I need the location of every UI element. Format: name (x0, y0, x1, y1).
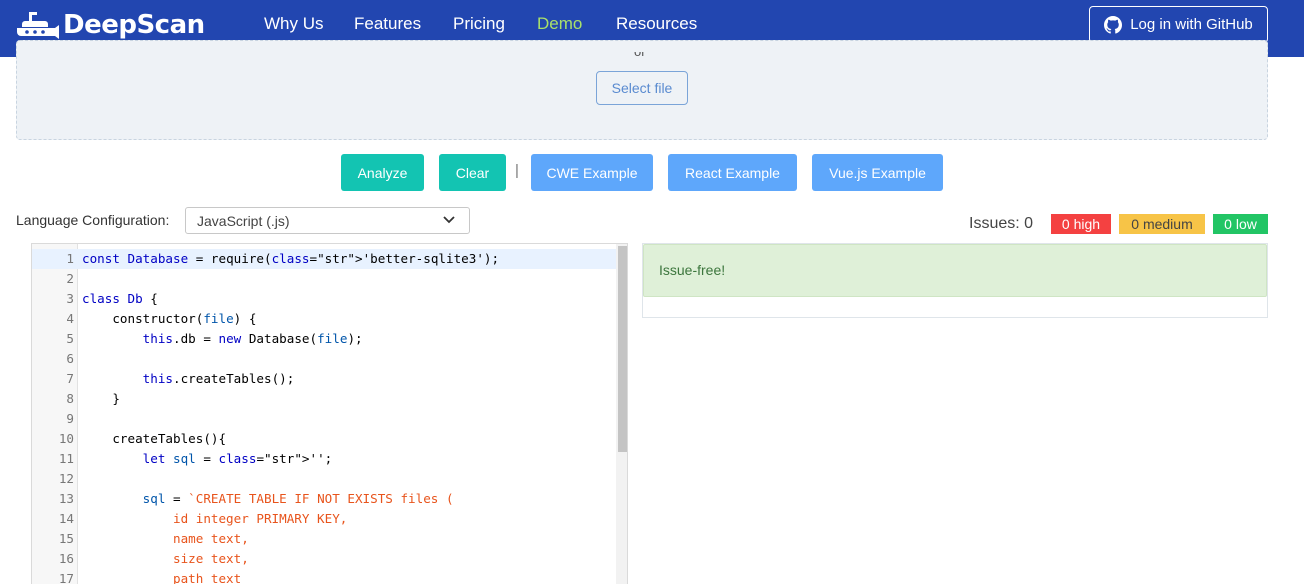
code-line[interactable]: 1 const Database = require(class="str">'b… (32, 249, 617, 269)
code-text: createTables(){ (82, 431, 227, 446)
code-line[interactable]: 6 (32, 349, 617, 369)
code-text: this.createTables(); (142, 371, 295, 386)
line-number: 6 (66, 351, 74, 366)
code-text: constructor(file) { (82, 311, 257, 326)
line-number: 2 (66, 271, 74, 286)
nav-demo[interactable]: Demo (537, 14, 582, 34)
nav-why-us[interactable]: Why Us (264, 14, 324, 34)
code-text: let sql = class="str">''; (142, 451, 333, 466)
low-issues-badge[interactable]: 0 low (1213, 214, 1268, 234)
or-text: or (634, 52, 650, 58)
github-login-label: Log in with GitHub (1130, 16, 1253, 33)
code-line[interactable]: 9 (32, 409, 617, 429)
react-example-button[interactable]: React Example (668, 154, 797, 191)
submarine-icon (17, 12, 59, 39)
vue-example-button[interactable]: Vue.js Example (812, 154, 943, 191)
nav-resources[interactable]: Resources (616, 14, 697, 34)
analyze-button[interactable]: Analyze (341, 154, 424, 191)
code-text: sql = `CREATE TABLE IF NOT EXISTS files … (142, 491, 454, 506)
line-number: 5 (66, 331, 74, 346)
line-number: 17 (58, 571, 74, 584)
nav-pricing[interactable]: Pricing (453, 14, 505, 34)
line-number: 4 (66, 311, 74, 326)
line-number: 13 (58, 491, 74, 506)
code-line[interactable]: 15 name text, (32, 529, 617, 549)
code-text: name text, (82, 531, 249, 546)
issue-free-alert (643, 244, 1267, 297)
code-line[interactable]: 11 let sql = class="str">''; (32, 449, 617, 469)
line-number: 16 (58, 551, 74, 566)
code-text: path text (82, 571, 242, 584)
clear-button[interactable]: Clear (439, 154, 506, 191)
code-line[interactable]: 2 (32, 269, 617, 289)
line-number: 7 (66, 371, 74, 386)
chevron-down-icon (443, 216, 455, 224)
line-number: 1 (66, 251, 74, 266)
language-config-label: Language Configuration: (16, 212, 170, 228)
code-line[interactable]: 5 this.db = new Database(file); (32, 329, 617, 349)
code-line[interactable]: 12 (32, 469, 617, 489)
line-number: 3 (66, 291, 74, 306)
code-line[interactable]: 7 this.createTables(); (32, 369, 617, 389)
code-editor[interactable]: 1 const Database = require(class="str">'b… (31, 243, 628, 584)
line-number: 10 (58, 431, 74, 446)
line-number: 8 (66, 391, 74, 406)
line-number: 9 (66, 411, 74, 426)
github-login-button[interactable]: Log in with GitHub (1089, 6, 1268, 43)
code-line[interactable]: 13 sql = `CREATE TABLE IF NOT EXISTS fil… (32, 489, 617, 509)
editor-scrollbar-thumb[interactable] (618, 246, 627, 452)
line-number: 14 (58, 511, 74, 526)
code-line[interactable]: 14 id integer PRIMARY KEY, (32, 509, 617, 529)
code-line[interactable]: 3 class Db { (32, 289, 617, 309)
medium-issues-badge[interactable]: 0 medium (1119, 214, 1205, 234)
high-issues-badge[interactable]: 0 high (1051, 214, 1111, 234)
brand-name: DeepScan (63, 10, 205, 40)
brand-logo[interactable]: DeepScan (15, 8, 205, 42)
button-separator: | (515, 162, 519, 179)
issues-count: Issues: 0 (969, 215, 1034, 232)
line-number: 12 (58, 471, 74, 486)
nav-features[interactable]: Features (354, 14, 421, 34)
cwe-example-button[interactable]: CWE Example (531, 154, 653, 191)
language-selected-value: JavaScript (.js) (197, 212, 290, 229)
line-number: 15 (58, 531, 74, 546)
code-text: class Db { (82, 291, 158, 306)
line-number: 11 (58, 451, 74, 466)
issue-free-message: Issue-free! (659, 262, 726, 278)
github-icon (1104, 15, 1123, 34)
code-line[interactable]: 8 } (32, 389, 617, 409)
code-line[interactable]: 10 createTables(){ (32, 429, 617, 449)
select-file-button[interactable]: Select file (596, 71, 688, 105)
code-line[interactable]: 16 size text, (32, 549, 617, 569)
code-text: this.db = new Database(file); (142, 331, 363, 346)
code-text: const Database = require(class="str">'be… (82, 251, 500, 266)
code-text: id integer PRIMARY KEY, (82, 511, 348, 526)
code-line[interactable]: 17 path text (32, 569, 617, 584)
language-select[interactable]: JavaScript (.js) (185, 207, 470, 234)
code-line[interactable]: 4 constructor(file) { (32, 309, 617, 329)
code-text: size text, (82, 551, 249, 566)
code-text: } (82, 391, 120, 406)
